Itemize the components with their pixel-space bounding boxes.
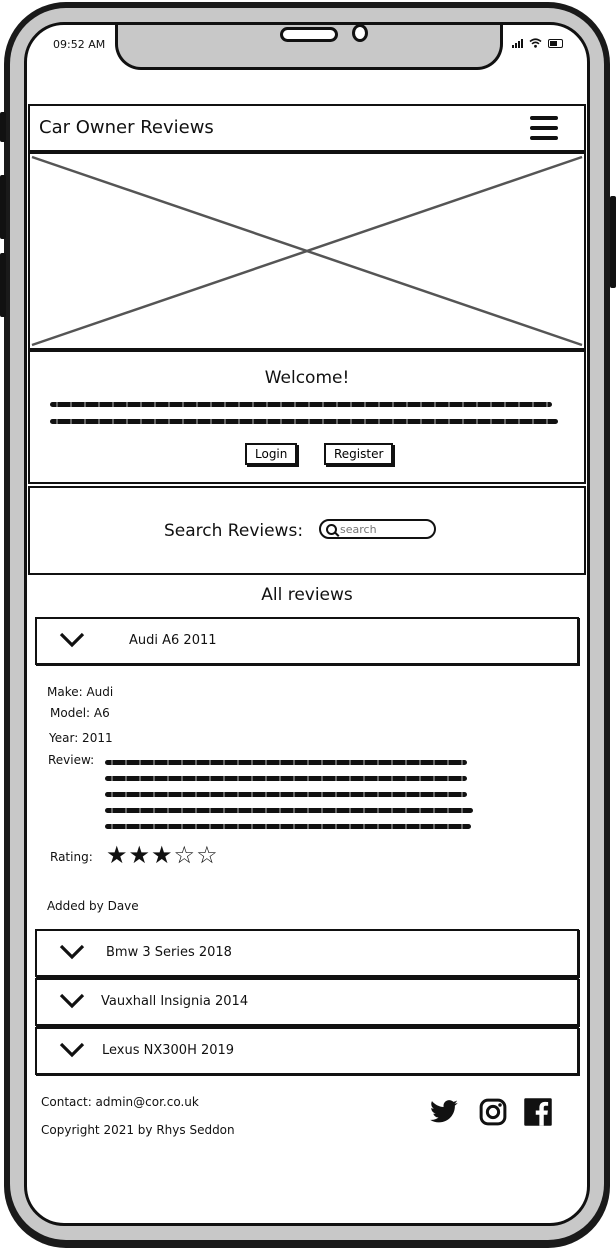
review-accordion-item[interactable]: Lexus NX300H 2019 (35, 1027, 579, 1075)
review-year: Year: 2011 (49, 731, 113, 745)
status-time: 09:52 AM (53, 38, 106, 51)
review-text-line (105, 760, 467, 765)
welcome-text-line (50, 402, 552, 407)
review-author: Added by Dave (47, 899, 139, 913)
review-title: Lexus NX300H 2019 (102, 1043, 235, 1058)
hamburger-menu-icon[interactable] (530, 116, 558, 140)
search-icon (326, 523, 337, 535)
review-title: Audi A6 2011 (129, 633, 217, 648)
star-empty-icon: ☆ (196, 841, 218, 869)
login-button[interactable]: Login (245, 443, 298, 465)
chevron-down-icon (59, 1042, 85, 1058)
chevron-down-icon (59, 632, 85, 648)
review-label: Review: (48, 753, 95, 767)
welcome-text-line (50, 419, 558, 424)
review-text-line (105, 824, 471, 829)
welcome-title: Welcome! (264, 368, 350, 388)
search-input[interactable] (340, 522, 430, 536)
footer-copyright: Copyright 2021 by Rhys Seddon (41, 1123, 235, 1137)
power-button (610, 196, 616, 288)
hero-image-placeholder (28, 152, 586, 350)
signal-icon (512, 39, 523, 48)
review-make: Make: Audi (47, 685, 114, 699)
review-title: Vauxhall Insignia 2014 (101, 994, 249, 1009)
site-title[interactable]: Car Owner Reviews (39, 117, 214, 138)
speaker (280, 27, 338, 42)
review-title: Bmw 3 Series 2018 (106, 945, 232, 960)
footer-contact: Contact: admin@cor.co.uk (41, 1095, 199, 1109)
navbar: Car Owner Reviews (28, 104, 586, 152)
instagram-icon[interactable] (478, 1097, 508, 1127)
notch (115, 25, 503, 70)
volume-down-button (0, 253, 6, 317)
star-filled-icon: ★ (151, 841, 173, 869)
review-text-line (105, 808, 473, 813)
twitter-icon[interactable] (429, 1097, 459, 1127)
review-model: Model: A6 (50, 706, 110, 720)
chevron-down-icon (59, 993, 85, 1009)
review-text-line (105, 776, 467, 781)
image-placeholder-icon (31, 155, 583, 347)
search-section: Search Reviews: (28, 486, 586, 575)
battery-icon (548, 39, 563, 48)
search-label: Search Reviews: (164, 521, 304, 541)
volume-up-button (0, 175, 6, 239)
register-button[interactable]: Register (324, 443, 394, 465)
review-accordion-item[interactable]: Audi A6 2011 (35, 617, 579, 665)
chevron-down-icon (59, 944, 85, 960)
review-text-line (105, 792, 467, 797)
star-empty-icon: ☆ (173, 841, 196, 869)
camera (352, 25, 368, 42)
rating-label: Rating: (50, 850, 93, 864)
star-filled-icon: ★ (106, 841, 128, 869)
review-accordion-item[interactable]: Vauxhall Insignia 2014 (35, 978, 579, 1026)
wifi-icon (529, 38, 542, 48)
screen: 09:52 AM Car Owner Reviews Welcome! Logi… (24, 22, 590, 1226)
facebook-icon[interactable] (523, 1097, 553, 1127)
welcome-section: Welcome! Login Register (28, 350, 586, 484)
star-rating: ★ ★ ★ ☆ ☆ (106, 843, 218, 867)
search-field[interactable] (319, 519, 436, 539)
reviews-heading: All reviews (261, 585, 353, 605)
mute-switch (0, 112, 6, 142)
star-filled-icon: ★ (128, 841, 151, 869)
review-accordion-item[interactable]: Bmw 3 Series 2018 (35, 929, 579, 977)
status-icons (512, 38, 563, 48)
